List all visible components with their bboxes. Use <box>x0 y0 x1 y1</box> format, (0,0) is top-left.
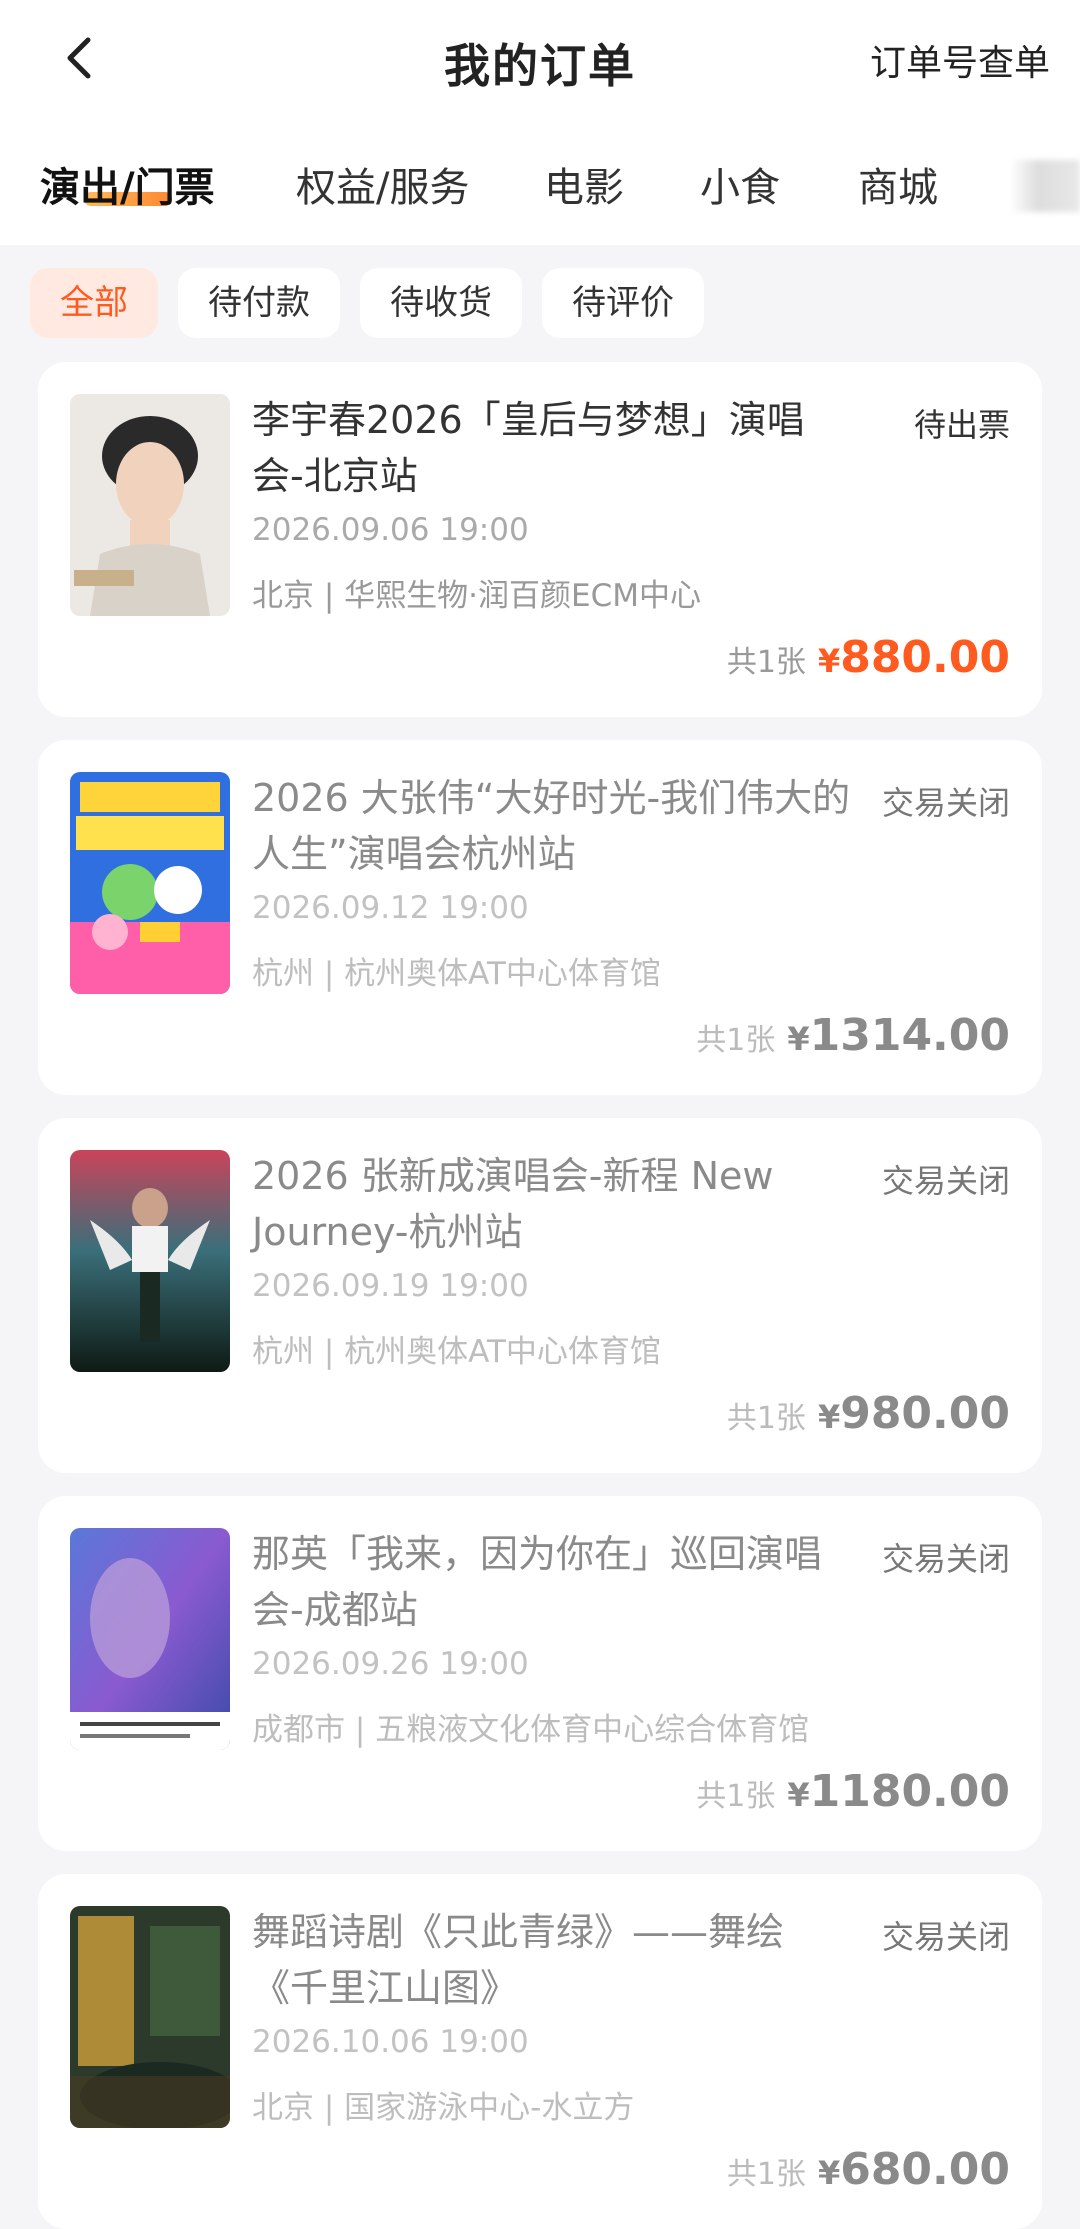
order-venue: 成都市 | 五粮液文化体育中心综合体育馆 <box>252 1712 810 1748</box>
order-venue: 杭州 | 杭州奥体AT中心体育馆 <box>252 1334 661 1370</box>
ticket-quantity: 共1张 <box>726 645 806 680</box>
poster-image <box>70 1528 230 1750</box>
order-status: 交易关闭 <box>881 1918 1010 1956</box>
order-title: 舞蹈诗剧《只此青绿》——舞绘《千里江山图》 <box>252 1910 785 2010</box>
price-row: 共1张 ¥980.00 <box>727 1388 1010 1439</box>
order-datetime: 2026.09.19 19:00 <box>252 1268 529 1304</box>
currency-symbol: ¥ <box>817 2154 841 2192</box>
order-price: 1314.00 <box>809 1010 1010 1061</box>
order-card[interactable]: 那英「我来，因为你在」巡回演唱会-成都站 交易关闭 2026.09.26 19:… <box>38 1496 1042 1851</box>
price-row: 共1张 ¥1314.00 <box>696 1010 1010 1061</box>
order-venue: 北京 | 国家游泳中心-水立方 <box>252 2090 635 2126</box>
order-title: 李宇春2026「皇后与梦想」演唱会-北京站 <box>252 398 805 498</box>
order-price: 880.00 <box>840 632 1010 683</box>
price-row: 共1张 ¥1180.00 <box>696 1766 1010 1817</box>
order-datetime: 2026.10.06 19:00 <box>252 2024 529 2060</box>
order-title: 那英「我来，因为你在」巡回演唱会-成都站 <box>252 1532 823 1632</box>
currency-symbol: ¥ <box>817 642 841 680</box>
currency-symbol: ¥ <box>817 1398 841 1436</box>
order-lookup-button[interactable]: 订单号查单 <box>870 34 1050 86</box>
header: 我的订单 订单号查单 <box>0 0 1080 120</box>
order-price: 1180.00 <box>809 1766 1010 1817</box>
poster-image <box>70 1906 230 2128</box>
order-price: 680.00 <box>840 2144 1010 2195</box>
order-datetime: 2026.09.06 19:00 <box>252 512 529 548</box>
poster-image <box>70 394 230 616</box>
tab-mall[interactable]: 商城 <box>858 155 938 213</box>
order-card[interactable]: 李宇春2026「皇后与梦想」演唱会-北京站 待出票 2026.09.06 19:… <box>38 362 1042 717</box>
filter-all[interactable]: 全部 <box>30 268 158 338</box>
currency-symbol: ¥ <box>787 1020 810 1058</box>
ticket-quantity: 共1张 <box>696 1779 776 1814</box>
poster-image <box>70 772 230 994</box>
filter-pending-review[interactable]: 待评价 <box>542 268 704 338</box>
order-title: 2026 张新成演唱会-新程 New Journey-杭州站 <box>252 1154 774 1254</box>
ticket-quantity: 共1张 <box>696 1023 776 1058</box>
order-card[interactable]: 舞蹈诗剧《只此青绿》——舞绘《千里江山图》 交易关闭 2026.10.06 19… <box>38 1874 1042 2229</box>
poster-image <box>70 1150 230 1372</box>
order-status: 交易关闭 <box>881 784 1010 822</box>
order-status: 交易关闭 <box>881 1162 1010 1200</box>
order-datetime: 2026.09.26 19:00 <box>252 1646 529 1682</box>
tab-movies[interactable]: 电影 <box>544 155 624 213</box>
tab-overflow-fade[interactable] <box>1010 160 1080 212</box>
tab-snacks[interactable]: 小食 <box>700 155 780 213</box>
tab-benefits-services[interactable]: 权益/服务 <box>296 155 469 213</box>
tab-shows-tickets[interactable]: 演出/门票 <box>40 155 215 213</box>
order-card[interactable]: 2026 张新成演唱会-新程 New Journey-杭州站 交易关闭 2026… <box>38 1118 1042 1473</box>
price-row: 共1张 ¥680.00 <box>727 2144 1010 2195</box>
order-venue: 北京 | 华熙生物·润百颜ECM中心 <box>252 578 701 614</box>
order-price: 980.00 <box>840 1388 1010 1439</box>
currency-symbol: ¥ <box>787 1776 810 1814</box>
top-bar: 我的订单 订单号查单 演出/门票 权益/服务 电影 小食 商城 <box>0 0 1080 245</box>
order-datetime: 2026.09.12 19:00 <box>252 890 529 926</box>
filter-pending-payment[interactable]: 待付款 <box>178 268 340 338</box>
ticket-quantity: 共1张 <box>726 1401 806 1436</box>
filter-pending-receipt[interactable]: 待收货 <box>360 268 522 338</box>
order-status: 交易关闭 <box>881 1540 1010 1578</box>
order-card[interactable]: 2026 大张伟“大好时光-我们伟大的人生”演唱会杭州站 交易关闭 2026.0… <box>38 740 1042 1095</box>
ticket-quantity: 共1张 <box>726 2157 806 2192</box>
order-title: 2026 大张伟“大好时光-我们伟大的人生”演唱会杭州站 <box>252 776 851 876</box>
order-venue: 杭州 | 杭州奥体AT中心体育馆 <box>252 956 661 992</box>
price-row: 共1张 ¥880.00 <box>727 632 1010 683</box>
category-tabs: 演出/门票 权益/服务 电影 小食 商城 <box>0 145 1080 225</box>
order-status: 待出票 <box>913 406 1010 444</box>
